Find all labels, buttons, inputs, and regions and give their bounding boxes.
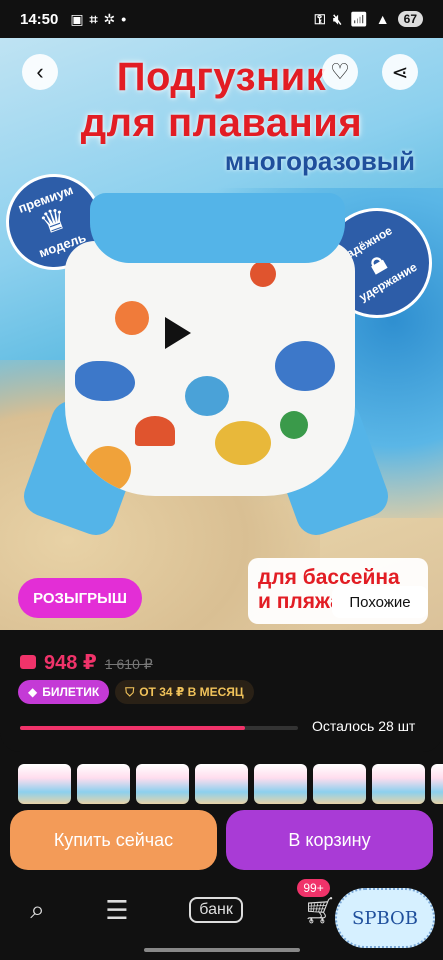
home-indicator[interactable] [144,948,300,952]
rooster-doodle [250,261,276,287]
share-icon: ⋖ [391,61,409,84]
cart-count-badge: 99+ [297,878,330,897]
lion-doodle [85,446,131,492]
thumbnail-image[interactable] [372,764,425,804]
screen-record-icon: ▣ [70,10,84,27]
add-to-cart-button[interactable]: В корзину [226,810,433,870]
search-icon: ⌕ [30,894,45,924]
ticket-badge-label: БИЛЕТИК [42,685,100,699]
thumbnail-image[interactable] [18,764,71,804]
ticket-badge[interactable]: ◆ БИЛЕТИК [18,680,110,704]
whale-doodle [275,341,335,391]
mute-icon: 🔇︎ [333,10,342,27]
stock-progress-fill [20,726,246,730]
product-info: 948 ₽ 1 610 ₽ ◆ БИЛЕТИК ⛉ ОТ 34 ₽ В МЕСЯ… [0,630,443,752]
hero-title: Подгузник для плавания [0,54,443,146]
thumbnail-image[interactable] [254,764,307,804]
watermark-logo: SPBOB [335,888,435,948]
diaper-body [65,241,355,496]
hero-title-line1: Подгузник [116,55,327,99]
nav-search[interactable]: ⌕ [30,894,45,926]
product-hero-image[interactable]: Подгузник для плавания многоразовый ‹ ♡ … [0,38,443,630]
thumbnail-image[interactable] [77,764,130,804]
chevron-left-icon: ‹ [36,59,44,84]
stock-progress-bar [20,726,298,730]
current-price: 948 ₽ [44,652,97,674]
nav-catalog[interactable]: ☰ [105,895,128,926]
dot-icon: • [121,11,127,27]
wifi-icon: 📶︎ [350,10,368,27]
swim-diaper-illustration [18,193,394,553]
old-price: 1 610 ₽ [104,656,153,672]
cart-icon: 🛒︎ [303,894,337,925]
buy-now-button[interactable]: Купить сейчас [10,810,217,870]
battery-icon: 67 [397,11,423,27]
heart-icon: ♡ [330,59,350,84]
hero-title-line2: для плавания [80,101,363,145]
fan-icon: ✲ [103,10,116,27]
similar-button[interactable]: Похожие [332,586,428,618]
zebra-doodle [185,376,229,416]
price-tag-icon [20,655,36,669]
raffle-button[interactable]: РОЗЫГРЫШ [18,578,142,618]
thumbnail-image[interactable] [431,764,443,804]
scan-icon: ⌗ [89,10,98,27]
badges-row: ◆ БИЛЕТИК ⛉ ОТ 34 ₽ В МЕСЯЦ [18,680,254,704]
bear-doodle [115,301,149,335]
favorite-button[interactable]: ♡ [322,54,358,90]
mushroom-doodle [135,416,175,446]
thumbnail-image[interactable] [313,764,366,804]
status-time: 14:50 [20,10,59,28]
tree-doodle [280,411,308,439]
installment-badge[interactable]: ⛉ ОТ 34 ₽ В МЕСЯЦ [115,680,254,704]
menu-icon: ☰ [105,894,129,925]
status-icons-left: ▣ ⌗ ✲ • [70,11,126,28]
share-button[interactable]: ⋖ [382,54,418,90]
signal-icon: ▲ [375,11,390,27]
stock-remaining: Осталось 28 шт [312,718,416,734]
whale-doodle [75,361,135,401]
ticket-icon: ◆ [28,685,38,699]
key-icon: ⚿ [314,10,326,27]
thumbnail-strip[interactable] [0,764,443,804]
nav-bank[interactable]: банк [189,897,243,923]
installment-badge-label: ОТ 34 ₽ В МЕСЯЦ [139,685,244,699]
hero-subtitle: многоразовый [224,146,415,176]
thumbnail-image[interactable] [195,764,248,804]
play-video-icon[interactable] [165,317,191,349]
price-row: 948 ₽ 1 610 ₽ [20,650,153,675]
nav-cart[interactable]: 🛒︎ 99+ [297,878,337,926]
shield-icon: ⛉ [125,684,135,699]
thumbnail-image[interactable] [136,764,189,804]
waistband [90,193,345,263]
back-button[interactable]: ‹ [22,54,58,90]
turtle-doodle [215,421,271,465]
status-icons-right: ⚿ 🔇︎ 📶︎ ▲ 67 [315,11,423,28]
status-bar: 14:50 ▣ ⌗ ✲ • ⚿ 🔇︎ 📶︎ ▲ 67 [0,0,443,38]
